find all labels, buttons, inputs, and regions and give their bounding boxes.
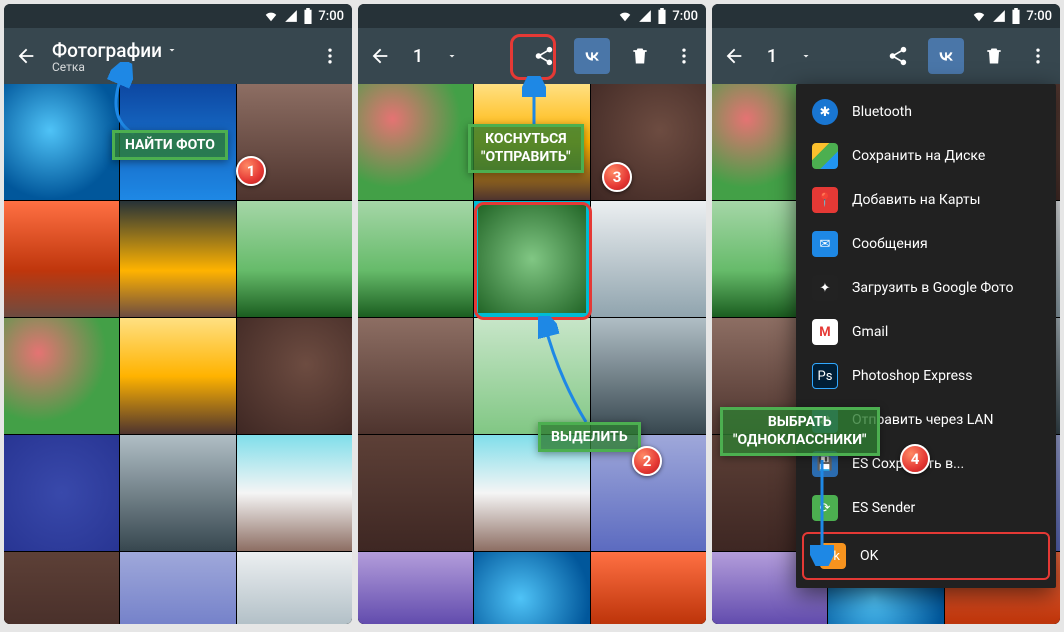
share-item-ok[interactable]: okOK — [802, 532, 1050, 580]
share-item-maps[interactable]: 📍Добавить на Карты — [796, 178, 1056, 222]
signal-icon — [284, 9, 298, 23]
photoshop-icon: Ps — [812, 363, 838, 389]
gmail-icon: M — [812, 319, 838, 345]
photo-tile[interactable] — [237, 435, 352, 551]
photo-tile[interactable] — [120, 552, 235, 624]
step-badge: 4 — [900, 444, 930, 474]
photo-tile[interactable] — [358, 201, 473, 317]
photo-tile[interactable] — [591, 552, 706, 624]
signal-icon — [992, 9, 1006, 23]
photo-tile[interactable] — [358, 552, 473, 624]
share-item-photoshop-express[interactable]: PsPhotoshop Express — [796, 354, 1056, 398]
photo-tile[interactable] — [4, 201, 119, 317]
share-item-drive[interactable]: Сохранить на Диске — [796, 134, 1056, 178]
wifi-icon — [971, 9, 987, 23]
phone-screen-2: 7:00 1 — [358, 4, 706, 624]
photo-tile[interactable] — [4, 552, 119, 624]
share-item-messages[interactable]: ✉Сообщения — [796, 222, 1056, 266]
dropdown-caret-icon[interactable] — [800, 47, 812, 66]
phone-screen-3: 7:00 1 ✱Bluetooth Сохранить на Диске 📍До… — [712, 4, 1060, 624]
share-item-gmail[interactable]: MGmail — [796, 310, 1056, 354]
share-button[interactable] — [880, 38, 916, 74]
photo-tile[interactable] — [120, 201, 235, 317]
clock: 7:00 — [1026, 9, 1052, 24]
delete-button[interactable] — [976, 38, 1012, 74]
drive-icon — [812, 143, 838, 169]
callout-choose-ok: ВЫБРАТЬ"ОДНОКЛАССНИКИ" — [720, 407, 880, 456]
toolbar-title[interactable]: Фотографии Сетка — [52, 39, 304, 74]
share-button[interactable] — [526, 38, 562, 74]
photo-tile[interactable] — [237, 552, 352, 624]
photo-tile[interactable] — [474, 552, 589, 624]
messages-icon: ✉ — [812, 231, 838, 257]
photo-tile[interactable] — [358, 84, 473, 200]
photo-tile-selected[interactable] — [474, 201, 589, 317]
step-badge: 3 — [602, 162, 632, 192]
photo-tile[interactable] — [120, 318, 235, 434]
vk-button[interactable] — [574, 38, 610, 74]
maps-icon: 📍 — [812, 187, 838, 213]
step-badge: 1 — [236, 156, 266, 186]
battery-icon — [657, 8, 667, 24]
back-button[interactable] — [366, 45, 394, 67]
callout-select: ВЫДЕЛИТЬ — [538, 422, 641, 452]
google-photos-icon: ✦ — [812, 275, 838, 301]
share-item-bluetooth[interactable]: ✱Bluetooth — [796, 90, 1056, 134]
subtitle-text: Сетка — [52, 60, 304, 74]
share-item-google-photos[interactable]: ✦Загрузить в Google Фото — [796, 266, 1056, 310]
photo-tile[interactable] — [4, 435, 119, 551]
toolbar: 1 — [712, 28, 1060, 84]
photo-tile[interactable] — [591, 318, 706, 434]
photo-tile[interactable] — [4, 318, 119, 434]
step-badge: 2 — [632, 446, 662, 476]
status-bar: 7:00 — [712, 4, 1060, 28]
callout-find-photo: НАЙТИ ФОТО — [112, 130, 228, 160]
photo-tile[interactable] — [358, 318, 473, 434]
photo-tile[interactable] — [237, 318, 352, 434]
toolbar: Фотографии Сетка — [4, 28, 352, 84]
back-button[interactable] — [720, 45, 748, 67]
clock: 7:00 — [318, 9, 344, 24]
more-button[interactable] — [1024, 46, 1052, 66]
photo-grid — [4, 84, 352, 624]
signal-icon — [638, 9, 652, 23]
title-text: Фотографии — [52, 39, 162, 62]
more-button[interactable] — [316, 46, 344, 66]
dropdown-caret-icon — [166, 41, 178, 60]
vk-button[interactable] — [928, 38, 964, 74]
photo-tile[interactable] — [474, 435, 589, 551]
photo-tile[interactable] — [120, 435, 235, 551]
selection-count: 1 — [406, 46, 430, 67]
wifi-icon — [617, 9, 633, 23]
dropdown-caret-icon[interactable] — [446, 47, 458, 66]
delete-button[interactable] — [622, 38, 658, 74]
battery-icon — [303, 8, 313, 24]
back-button[interactable] — [12, 45, 40, 67]
more-button[interactable] — [670, 46, 698, 66]
status-bar: 7:00 — [358, 4, 706, 28]
photo-tile[interactable] — [237, 201, 352, 317]
clock: 7:00 — [672, 9, 698, 24]
battery-icon — [1011, 8, 1021, 24]
selection-count: 1 — [760, 46, 784, 67]
wifi-icon — [263, 9, 279, 23]
photo-tile[interactable] — [591, 201, 706, 317]
bluetooth-icon: ✱ — [812, 99, 838, 125]
status-bar: 7:00 — [4, 4, 352, 28]
phone-screen-1: 7:00 Фотографии Сетка — [4, 4, 352, 624]
callout-tap-share: КОСНУТЬСЯ"ОТПРАВИТЬ" — [468, 124, 584, 173]
photo-tile[interactable] — [358, 435, 473, 551]
